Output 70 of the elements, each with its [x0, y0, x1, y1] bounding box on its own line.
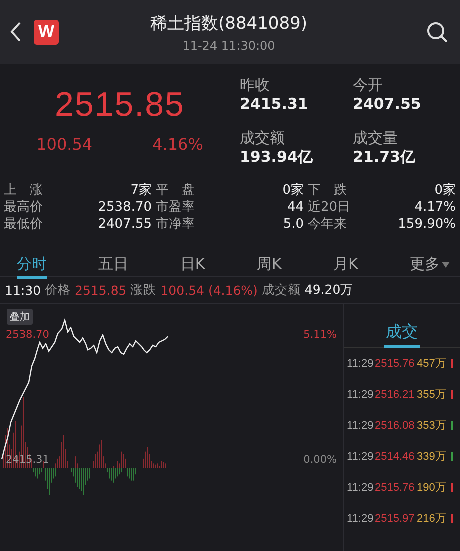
- stat-label: 平 盘: [156, 182, 196, 199]
- stat-value: 0家: [434, 182, 457, 199]
- stat-label: 市盈率: [156, 199, 196, 216]
- stat-label: 今年来: [308, 216, 348, 233]
- stat-label: 上 涨: [4, 182, 44, 199]
- timestamp: 11-24 11:30:00: [182, 38, 276, 52]
- summary-label: 今开: [353, 76, 384, 95]
- summary-value: 2415.31: [240, 95, 310, 113]
- overlay-button[interactable]: 叠加: [7, 309, 33, 325]
- info-time: 11:30: [5, 282, 42, 298]
- trade-price: 2516.08: [375, 420, 416, 432]
- trade-volume: 190万: [417, 481, 448, 495]
- chart-tab[interactable]: 五日: [98, 255, 129, 276]
- chart-tab[interactable]: 日K: [180, 255, 206, 276]
- stat-value: 5.0: [282, 216, 305, 233]
- logo: W: [34, 20, 59, 44]
- trade-time: 11:29: [347, 420, 375, 432]
- chart-tab[interactable]: 分时: [17, 255, 47, 279]
- trade-volume: 353万: [417, 419, 448, 433]
- trade-volume: 355万: [417, 388, 448, 402]
- stat-label: 最低价: [4, 216, 44, 233]
- axis-label: 2538.70: [6, 329, 50, 341]
- info-value: 49.20万: [304, 282, 354, 298]
- trade-volume: 216万: [417, 512, 448, 526]
- summary-value: 2407.55: [353, 95, 422, 113]
- stat-value: 7家: [130, 182, 153, 199]
- stat-value: 2407.55: [97, 216, 153, 233]
- summary-label: 成交额: [240, 128, 286, 148]
- trade-time: 11:29: [347, 450, 375, 462]
- trade-volume: 457万: [417, 357, 448, 371]
- page-title: 稀土指数(8841089): [150, 12, 308, 34]
- axis-label: 5.11%: [304, 329, 337, 341]
- price: 2515.85: [55, 86, 185, 125]
- info-label: 成交额: [262, 282, 301, 298]
- trade-time: 11:29: [347, 482, 375, 494]
- summary-label: 成交量: [353, 128, 399, 148]
- chart-tab[interactable]: 更多: [410, 255, 450, 276]
- stat-label: 市净率: [156, 216, 196, 233]
- stat-value: 159.90%: [397, 216, 457, 233]
- trade-price: 2516.21: [375, 388, 416, 400]
- change-percent: 4.16%: [152, 135, 204, 154]
- trade-price: 2515.76: [375, 482, 416, 494]
- trade-volume: 339万: [417, 450, 448, 464]
- summary-value: 21.73亿: [353, 148, 416, 166]
- back-icon[interactable]: [10, 21, 22, 43]
- trade-price: 2514.46: [375, 450, 416, 462]
- chart-tab[interactable]: 月K: [333, 255, 358, 276]
- trade-time: 11:29: [347, 388, 375, 400]
- info-label: 价格: [45, 282, 72, 298]
- summary-value: 193.94亿: [240, 148, 314, 166]
- stat-value: 4.17%: [414, 199, 457, 216]
- summary-label: 昨收: [240, 76, 271, 95]
- trade-price: 2515.97: [375, 512, 416, 524]
- stat-value: 0家: [282, 182, 305, 199]
- stat-label: 近20日: [308, 199, 352, 216]
- search-icon[interactable]: [427, 22, 448, 42]
- change-value: 100.54: [36, 135, 93, 154]
- stat-value: 44: [286, 199, 305, 216]
- stat-label: 最高价: [4, 199, 44, 216]
- stat-label: 下 跌: [308, 182, 348, 199]
- info-value: 2515.85: [75, 282, 127, 298]
- trade-time: 11:29: [347, 512, 375, 524]
- stat-value: 2538.70: [97, 199, 153, 216]
- chart-tab[interactable]: 周K: [256, 255, 282, 276]
- axis-label: 0.00%: [304, 454, 337, 466]
- trades-tab[interactable]: 成交: [384, 322, 420, 348]
- info-label: 涨跌: [130, 282, 157, 298]
- trade-time: 11:29: [347, 358, 375, 370]
- trade-price: 2515.76: [375, 358, 416, 370]
- info-value: 100.54 (4.16%): [160, 282, 258, 298]
